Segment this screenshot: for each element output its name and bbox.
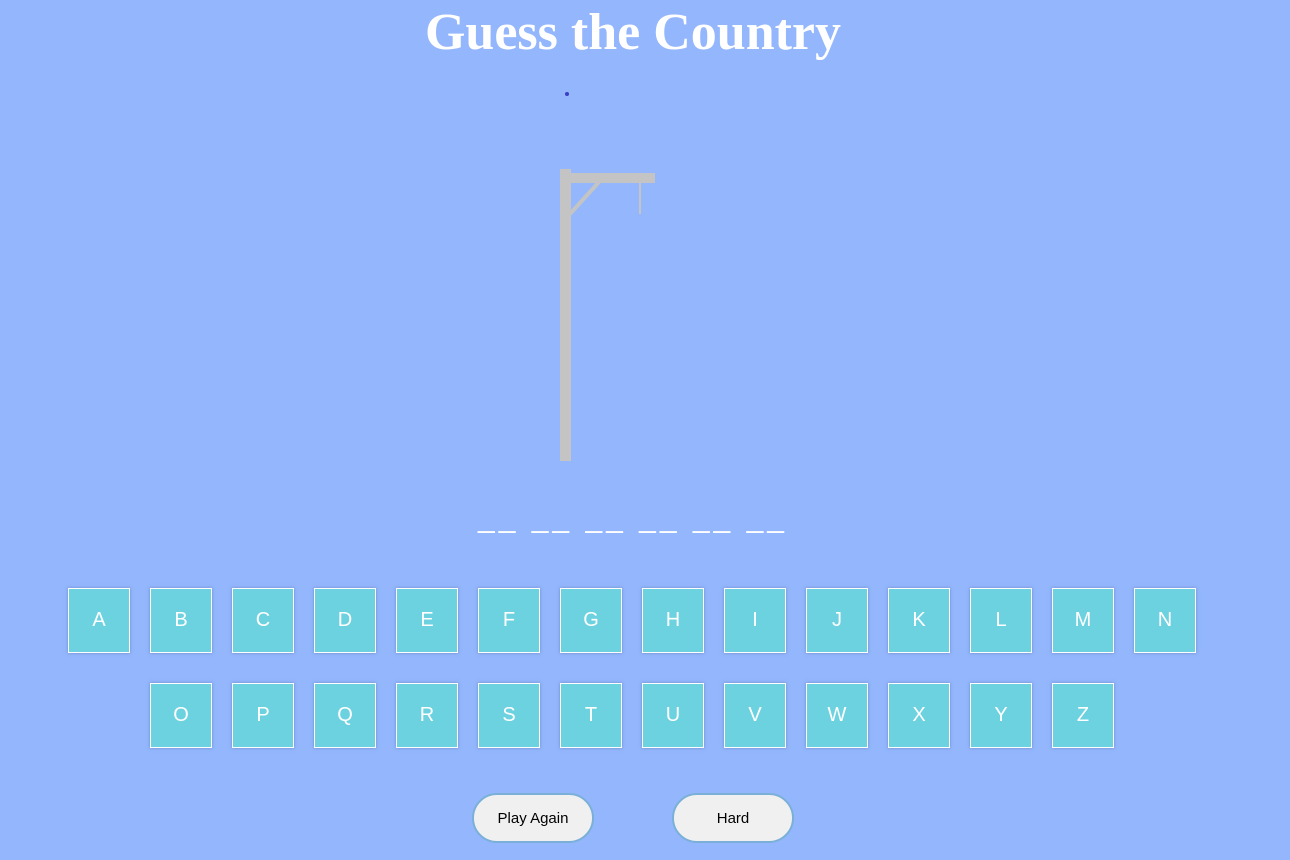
- gallows-brace: [567, 180, 601, 217]
- page-title: Guess the Country: [424, 4, 842, 61]
- letter-key-m[interactable]: M: [1052, 588, 1114, 653]
- gallows-drawing: [560, 169, 655, 461]
- letter-key-s[interactable]: S: [478, 683, 540, 748]
- letter-key-a[interactable]: A: [68, 588, 130, 653]
- gallows-beam: [560, 173, 655, 183]
- letter-key-f[interactable]: F: [478, 588, 540, 653]
- letter-key-o[interactable]: O: [150, 683, 212, 748]
- gallows-rope: [639, 183, 641, 214]
- letter-key-w[interactable]: W: [806, 683, 868, 748]
- play-again-button[interactable]: Play Again: [472, 793, 594, 843]
- letter-key-d[interactable]: D: [314, 588, 376, 653]
- letter-key-j[interactable]: J: [806, 588, 868, 653]
- letter-key-k[interactable]: K: [888, 588, 950, 653]
- letter-key-z[interactable]: Z: [1052, 683, 1114, 748]
- status-dot: [565, 92, 569, 96]
- letter-key-b[interactable]: B: [150, 588, 212, 653]
- letter-key-c[interactable]: C: [232, 588, 294, 653]
- letter-key-i[interactable]: I: [724, 588, 786, 653]
- letter-key-y[interactable]: Y: [970, 683, 1032, 748]
- letter-key-u[interactable]: U: [642, 683, 704, 748]
- keyboard-row-2: OPQRSTUVWXYZ: [150, 683, 1134, 748]
- letter-key-r[interactable]: R: [396, 683, 458, 748]
- letter-key-v[interactable]: V: [724, 683, 786, 748]
- letter-key-g[interactable]: G: [560, 588, 622, 653]
- letter-key-t[interactable]: T: [560, 683, 622, 748]
- letter-key-p[interactable]: P: [232, 683, 294, 748]
- letter-key-h[interactable]: H: [642, 588, 704, 653]
- letter-key-n[interactable]: N: [1134, 588, 1196, 653]
- letter-key-q[interactable]: Q: [314, 683, 376, 748]
- difficulty-button[interactable]: Hard: [672, 793, 794, 843]
- keyboard-row-1: ABCDEFGHIJKLMN: [68, 588, 1216, 653]
- letter-key-e[interactable]: E: [396, 588, 458, 653]
- letter-key-x[interactable]: X: [888, 683, 950, 748]
- letter-key-l[interactable]: L: [970, 588, 1032, 653]
- word-blanks: __ __ __ __ __ __: [478, 501, 788, 534]
